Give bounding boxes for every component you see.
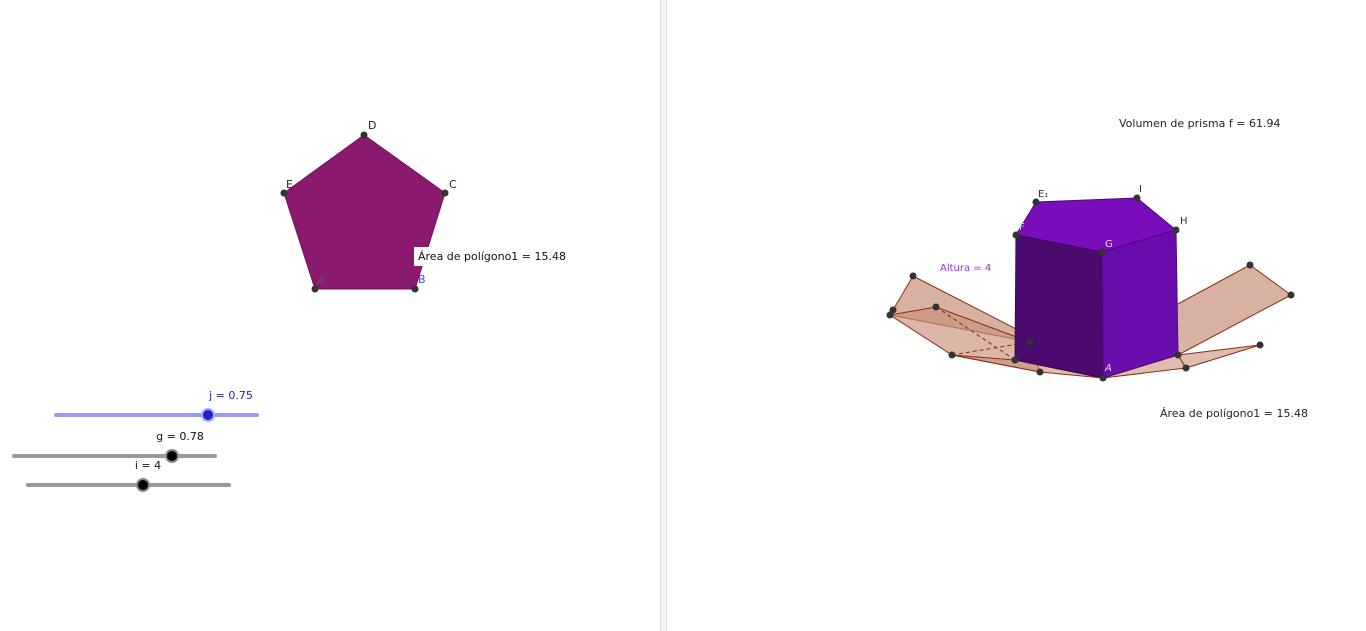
label-E1: E₁ — [1038, 189, 1048, 200]
graphics-view-2d[interactable]: D C E A B Área de polígono1 = 15.48 j = … — [0, 0, 660, 631]
prism-face-right[interactable] — [1101, 229, 1179, 379]
point-net-7[interactable] — [1182, 364, 1190, 372]
label-H: H — [1180, 216, 1188, 227]
label-G: G — [1105, 239, 1113, 250]
canvas-3d[interactable]: E₁ I H G F A C — [667, 0, 1366, 631]
prism-face-left[interactable] — [1014, 234, 1104, 379]
label-C: C — [449, 178, 457, 191]
point-C[interactable] — [441, 189, 449, 197]
slider-g-label: g = 0.78 — [156, 430, 204, 443]
point-net-8[interactable] — [1256, 341, 1264, 349]
slider-i-label: i = 4 — [134, 459, 162, 472]
label-B: B — [418, 273, 426, 286]
label-A-3d: A — [1104, 363, 1112, 374]
volume-text[interactable]: Volumen de prisma f = 61.94 — [1119, 117, 1280, 130]
label-A: A — [317, 274, 325, 287]
point-C-3d[interactable] — [1174, 351, 1182, 359]
area-text-2d[interactable]: Área de polígono1 = 15.48 — [414, 247, 570, 266]
graphics-view-3d[interactable]: E₁ I H G F A C Volumen de prisma f = 61.… — [667, 0, 1366, 631]
point-D[interactable] — [360, 131, 368, 139]
point-I[interactable] — [1133, 194, 1141, 202]
slider-j-track[interactable] — [54, 413, 259, 417]
label-C-3d: C — [1180, 341, 1187, 352]
slider-g-track[interactable] — [12, 454, 217, 458]
point-H[interactable] — [1172, 226, 1180, 234]
point-B[interactable] — [411, 285, 419, 293]
net-face-right-back[interactable] — [1175, 264, 1292, 356]
point-net-6[interactable] — [1036, 368, 1044, 376]
slider-i-track[interactable] — [26, 483, 231, 487]
canvas-2d[interactable]: D C E A B — [0, 0, 660, 631]
point-base-back[interactable] — [1026, 338, 1034, 346]
point-net-10[interactable] — [1287, 291, 1295, 299]
point-net-1[interactable] — [909, 272, 917, 280]
label-D: D — [368, 119, 376, 132]
label-F: F — [1019, 222, 1025, 233]
slider-g-knob[interactable] — [164, 449, 179, 463]
point-net-4[interactable] — [932, 303, 940, 311]
point-A-3d[interactable] — [1099, 374, 1107, 382]
point-net-3[interactable] — [886, 311, 894, 319]
point-base-left[interactable] — [1011, 356, 1019, 364]
height-text[interactable]: Altura = 4 — [940, 263, 991, 274]
label-I: I — [1139, 184, 1142, 195]
point-net-5[interactable] — [948, 351, 956, 359]
slider-j-knob[interactable] — [200, 408, 215, 422]
area-text-3d[interactable]: Área de polígono1 = 15.48 — [1160, 407, 1308, 420]
point-net-9[interactable] — [1246, 261, 1254, 269]
label-E: E — [286, 178, 293, 191]
slider-j-label: j = 0.75 — [209, 389, 253, 402]
view-divider[interactable] — [660, 0, 667, 631]
